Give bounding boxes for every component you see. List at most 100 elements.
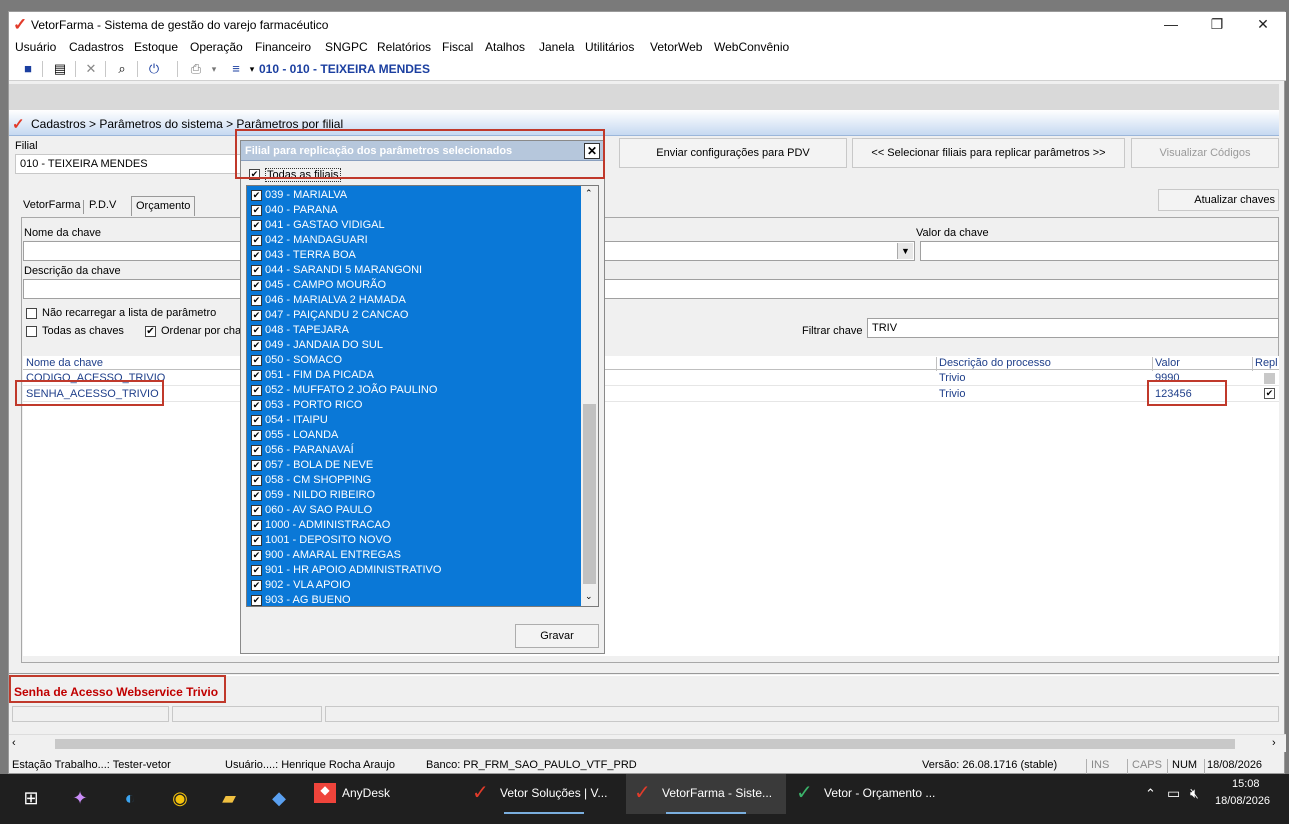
horizontal-scrollbar[interactable]: ‹ › xyxy=(9,734,1286,752)
branch-list-item[interactable]: ✔ 046 - MARIALVA 2 HAMADA xyxy=(247,293,581,308)
branch-checkbox[interactable]: ✔ xyxy=(251,355,262,366)
cell-repl[interactable] xyxy=(1264,373,1275,384)
select-branches-button[interactable]: << Selecionar filiais para replicar parâ… xyxy=(852,138,1125,168)
branch-list-item[interactable]: ✔ 040 - PARANA xyxy=(247,203,581,218)
branch-list-item[interactable]: ✔ 059 - NILDO RIBEIRO xyxy=(247,488,581,503)
branch-checkbox[interactable]: ✔ xyxy=(251,550,262,561)
branch-list-item[interactable]: ✔ 041 - GASTAO VIDIGAL xyxy=(247,218,581,233)
branch-list-item[interactable]: ✔ 057 - BOLA DE NEVE xyxy=(247,458,581,473)
menu-usuario[interactable]: Usuário xyxy=(15,40,56,54)
branch-checkbox[interactable]: ✔ xyxy=(251,445,262,456)
branch-checkbox[interactable]: ✔ xyxy=(251,415,262,426)
branch-checkbox[interactable]: ✔ xyxy=(251,370,262,381)
branch-list-item[interactable]: ✔ 049 - JANDAIA DO SUL xyxy=(247,338,581,353)
branch-list-item[interactable]: ✔ 053 - PORTO RICO xyxy=(247,398,581,413)
branch-list-item[interactable]: ✔ 043 - TERRA BOA xyxy=(247,248,581,263)
branch-checkbox[interactable]: ✔ xyxy=(251,535,262,546)
branch-checkbox[interactable]: ✔ xyxy=(251,325,262,336)
power-icon[interactable]: ⏻ xyxy=(145,60,163,78)
copilot-icon[interactable]: ✦ xyxy=(66,784,94,812)
tab-pdv[interactable]: P.D.V xyxy=(85,196,120,216)
windows-start-icon[interactable]: ⊞ xyxy=(17,784,45,812)
menu-operacao[interactable]: Operação xyxy=(190,40,243,54)
send-config-pdv-button[interactable]: Enviar configurações para PDV xyxy=(619,138,847,168)
branch-list-item[interactable]: ✔ 902 - VLA APOIO xyxy=(247,578,581,593)
update-keys-button[interactable]: Atualizar chaves xyxy=(1158,189,1279,211)
filial-field[interactable]: 010 - TEIXEIRA MENDES xyxy=(15,154,245,174)
clock-date[interactable]: 18/08/2026 xyxy=(1215,795,1270,807)
branch-list-item[interactable]: ✔ 058 - CM SHOPPING xyxy=(247,473,581,488)
branch-list-item[interactable]: ✔ 042 - MANDAGUARI xyxy=(247,233,581,248)
print-icon[interactable]: ⎙ xyxy=(187,60,205,78)
branch-checkbox[interactable]: ✔ xyxy=(251,265,262,276)
menu-utilitarios[interactable]: Utilitários xyxy=(585,40,634,54)
delete-icon[interactable]: ✕ xyxy=(82,60,100,78)
branch-list-item[interactable]: ✔ 903 - AG BUENO xyxy=(247,593,581,606)
edge-browser-icon[interactable]: ◐ xyxy=(116,784,144,812)
col-value-header[interactable]: Valor xyxy=(1155,357,1180,369)
menu-vetorweb[interactable]: VetorWeb xyxy=(650,40,702,54)
taskbar-app-vetor-solucoes[interactable]: ✓ Vetor Soluções | V... xyxy=(464,774,619,814)
branch-checkbox[interactable]: ✔ xyxy=(251,385,262,396)
clock-time[interactable]: 15:08 xyxy=(1232,778,1260,790)
branch-checkbox[interactable]: ✔ xyxy=(251,580,262,591)
branch-list-item[interactable]: ✔ 900 - AMARAL ENTREGAS xyxy=(247,548,581,563)
scroll-right-icon[interactable]: › xyxy=(1272,737,1276,749)
menu-financeiro[interactable]: Financeiro xyxy=(255,40,311,54)
menu-webconvenio[interactable]: WebConvênio xyxy=(714,40,789,54)
chrome-browser-icon[interactable]: ◉ xyxy=(166,784,194,812)
branch-checkbox[interactable]: ✔ xyxy=(251,475,262,486)
no-reload-checkbox[interactable] xyxy=(26,308,37,319)
col-key-name-header[interactable]: Nome da chave xyxy=(26,357,103,369)
branch-list-item[interactable]: ✔ 052 - MUFFATO 2 JOÃO PAULINO xyxy=(247,383,581,398)
volume-muted-icon[interactable]: 🔇︎ xyxy=(1190,785,1199,802)
branch-checkbox[interactable]: ✔ xyxy=(251,520,262,531)
branch-list-item[interactable]: ✔ 056 - PARANAVAÍ xyxy=(247,443,581,458)
menu-fiscal[interactable]: Fiscal xyxy=(442,40,473,54)
menu-estoque[interactable]: Estoque xyxy=(134,40,178,54)
menu-relatorios[interactable]: Relatórios xyxy=(377,40,431,54)
app-icon[interactable]: ◆ xyxy=(265,784,293,812)
new-document-icon[interactable]: ▤ xyxy=(51,60,69,78)
branch-list[interactable]: ✔ 039 - MARIALVA ✔ 040 - PARANA ✔ 041 - GASTA… xyxy=(246,185,599,607)
branch-checkbox[interactable]: ✔ xyxy=(251,205,262,216)
menu-janela[interactable]: Janela xyxy=(539,40,574,54)
scroll-left-icon[interactable]: ‹ xyxy=(12,737,16,749)
all-keys-checkbox[interactable] xyxy=(26,326,37,337)
save-button[interactable]: Gravar xyxy=(515,624,599,648)
menu-sngpc[interactable]: SNGPC xyxy=(325,40,368,54)
minimize-button[interactable]: — xyxy=(1151,14,1191,34)
key-value-field[interactable] xyxy=(920,241,1279,261)
branch-checkbox[interactable]: ✔ xyxy=(251,190,262,201)
taskbar-app-anydesk[interactable]: ◆ AnyDesk xyxy=(306,774,456,814)
network-icon[interactable]: ▭ xyxy=(1167,785,1180,802)
scroll-thumb[interactable] xyxy=(55,739,1235,749)
branch-checkbox[interactable]: ✔ xyxy=(251,595,262,606)
branch-checkbox[interactable]: ✔ xyxy=(251,565,262,576)
branch-list-item[interactable]: ✔ 054 - ITAIPU xyxy=(247,413,581,428)
branch-checkbox[interactable]: ✔ xyxy=(251,340,262,351)
tab-vetorfarma[interactable]: VetorFarma xyxy=(19,196,84,216)
branch-list-item[interactable]: ✔ 044 - SARANDI 5 MARANGONI xyxy=(247,263,581,278)
cell-repl[interactable]: ✔ xyxy=(1264,388,1275,399)
col-process-header[interactable]: Descrição do processo xyxy=(939,357,1051,369)
branch-list-item[interactable]: ✔ 048 - TAPEJARA xyxy=(247,323,581,338)
order-by-checkbox[interactable]: ✔ xyxy=(145,326,156,337)
branch-list-item[interactable]: ✔ 1000 - ADMINISTRACAO xyxy=(247,518,581,533)
branch-list-item[interactable]: ✔ 901 - HR APOIO ADMINISTRATIVO xyxy=(247,563,581,578)
branch-list-item[interactable]: ✔ 047 - PAIÇANDU 2 CANCAO xyxy=(247,308,581,323)
search-icon[interactable]: ⌕ xyxy=(113,60,131,78)
chevron-down-icon[interactable]: ▾ xyxy=(205,60,223,78)
branch-checkbox[interactable]: ✔ xyxy=(251,460,262,471)
branch-list-item[interactable]: ✔ 039 - MARIALVA xyxy=(247,188,581,203)
branch-checkbox[interactable]: ✔ xyxy=(251,505,262,516)
branch-list-item[interactable]: ✔ 045 - CAMPO MOURÃO xyxy=(247,278,581,293)
scroll-up-icon[interactable]: ⌃ xyxy=(585,188,593,199)
branch-list-item[interactable]: ✔ 1001 - DEPOSITO NOVO xyxy=(247,533,581,548)
branch-checkbox[interactable]: ✔ xyxy=(251,280,262,291)
chevron-up-icon[interactable]: ⌃ xyxy=(1145,786,1156,802)
close-button[interactable]: ✕ xyxy=(1243,14,1283,34)
branch-checkbox[interactable]: ✔ xyxy=(251,235,262,246)
branch-checkbox[interactable]: ✔ xyxy=(251,400,262,411)
branch-checkbox[interactable]: ✔ xyxy=(251,310,262,321)
